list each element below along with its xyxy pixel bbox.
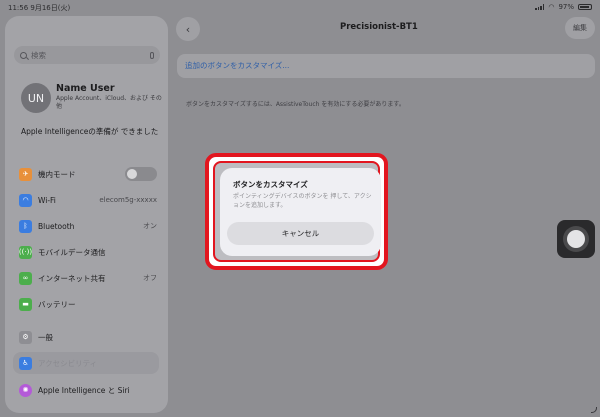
status-time: 11:56 9月16日(火) xyxy=(8,4,71,12)
corner-indicator xyxy=(591,407,597,413)
airplane-mode-toggle[interactable] xyxy=(125,167,157,181)
sidebar-item-bluetooth[interactable]: ᛒ Bluetooth オン xyxy=(13,216,161,236)
sidebar-item-label: バッテリー xyxy=(38,299,76,309)
wifi-status-icon: ◠ xyxy=(548,3,555,11)
settings-sidebar: 検索 UN Name User Apple Account、iCloud、および… xyxy=(5,16,168,413)
apple-intelligence-ready-banner[interactable]: Apple Intelligenceの準備が できました xyxy=(21,126,161,137)
battery-icon xyxy=(578,4,592,10)
sidebar-item-cellular[interactable]: ((·)) モバイルデータ通信 xyxy=(13,242,161,262)
sidebar-item-label: 機内モード xyxy=(38,169,76,179)
siri-icon: ✺ xyxy=(19,383,32,397)
sidebar-item-label: モバイルデータ通信 xyxy=(38,247,106,257)
wifi-icon: ◠ xyxy=(19,193,32,207)
battery-percent: 97% xyxy=(558,3,574,11)
sidebar-item-hotspot[interactable]: ∞ インターネット共有 オフ xyxy=(13,268,161,288)
avatar: UN xyxy=(21,83,51,113)
sidebar-item-value: elecom5g-xxxxx xyxy=(99,196,157,204)
assistivetouch-icon xyxy=(563,226,589,252)
sidebar-item-label: アクセシビリティ xyxy=(38,358,98,368)
status-right: ◠ 97% xyxy=(535,3,592,11)
hotspot-icon: ∞ xyxy=(19,271,32,285)
dialog-title: ボタンをカスタマイズ xyxy=(233,180,308,189)
dialog-message: ポインティングデバイスのボタンを 押して、アクションを追加します。 xyxy=(233,193,372,209)
sidebar-item-value: オン xyxy=(143,222,157,230)
profile-row[interactable]: UN Name User Apple Account、iCloud、および その… xyxy=(19,80,165,122)
airplane-icon: ✈ xyxy=(19,167,32,181)
back-button[interactable]: ‹ xyxy=(176,17,200,41)
cellular-icon: ((·)) xyxy=(19,245,32,259)
sidebar-item-value: オフ xyxy=(143,274,157,282)
sidebar-item-label: Apple Intelligence と Siri xyxy=(38,385,130,395)
search-icon xyxy=(20,51,27,59)
edit-button[interactable]: 編集 xyxy=(565,17,595,39)
battery-icon: ▬ xyxy=(19,297,32,311)
sidebar-item-battery[interactable]: ▬ バッテリー xyxy=(13,294,161,314)
search-field[interactable]: 検索 xyxy=(14,46,160,64)
status-bar: 11:56 9月16日(火) ◠ 97% xyxy=(0,0,600,14)
microphone-icon[interactable] xyxy=(150,51,154,59)
sidebar-item-airplane-mode[interactable]: ✈ 機内モード xyxy=(13,164,161,184)
signal-icon xyxy=(535,4,545,10)
customize-additional-buttons-link[interactable]: 追加のボタンをカスタマイズ... xyxy=(177,54,595,78)
bluetooth-icon: ᛒ xyxy=(19,219,32,233)
chevron-left-icon: ‹ xyxy=(185,22,191,36)
profile-subtitle: Apple Account、iCloud、および その他 xyxy=(56,95,162,110)
sidebar-item-label: Bluetooth xyxy=(38,221,75,231)
assistivetouch-hint: ボタンをカスタマイズするには、AssistiveTouch を有効にする必要があ… xyxy=(186,101,405,108)
customize-button-dialog: ボタンをカスタマイズ ポインティングデバイスのボタンを 押して、アクションを追加… xyxy=(220,168,381,256)
assistivetouch-button[interactable] xyxy=(557,220,595,258)
sidebar-item-label: Wi-Fi xyxy=(38,195,56,205)
profile-name: Name User xyxy=(56,83,115,94)
accessibility-icon: ♿ xyxy=(19,356,32,370)
sidebar-item-apple-intelligence-siri[interactable]: ✺ Apple Intelligence と Siri xyxy=(13,380,161,400)
cancel-button[interactable]: キャンセル xyxy=(227,222,374,245)
sidebar-item-label: 一般 xyxy=(38,332,53,342)
sidebar-item-accessibility[interactable]: ♿ アクセシビリティ xyxy=(13,352,159,374)
sidebar-item-label: インターネット共有 xyxy=(38,273,106,283)
page-title: Precisionist-BT1 xyxy=(340,22,418,32)
sidebar-item-wifi[interactable]: ◠ Wi-Fi elecom5g-xxxxx xyxy=(13,190,161,210)
sidebar-item-general[interactable]: ⚙ 一般 xyxy=(13,327,161,347)
gear-icon: ⚙ xyxy=(19,330,32,344)
search-placeholder: 検索 xyxy=(31,50,46,60)
